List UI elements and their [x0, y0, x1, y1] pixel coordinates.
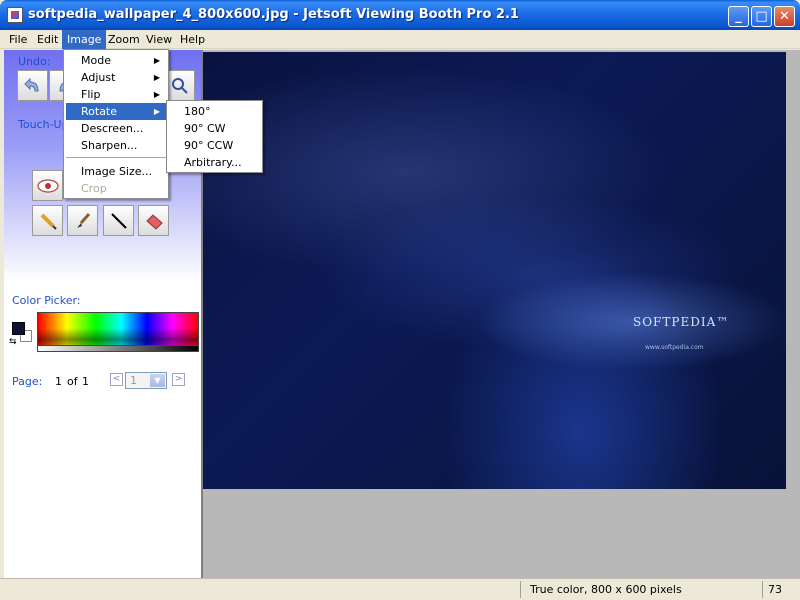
next-page-button[interactable]: > [172, 373, 185, 386]
brush-tool-button[interactable] [67, 205, 98, 236]
menu-item-rotate[interactable]: Rotate ▶ [66, 103, 166, 120]
touchup-label: Touch-Up [18, 118, 69, 131]
menu-item-label: Rotate [81, 105, 118, 118]
pencil-tool-button[interactable] [32, 205, 63, 236]
brush-icon [76, 212, 90, 228]
menu-item-sharpen[interactable]: Sharpen... [66, 137, 166, 154]
line-icon [110, 212, 127, 229]
menu-image[interactable]: Image [62, 30, 107, 49]
page-total: 1 [82, 375, 89, 388]
undo-icon [23, 77, 39, 91]
window-title: softpedia_wallpaper_4_800x600.jpg - Jets… [28, 7, 519, 22]
vertical-scroll-area[interactable] [786, 52, 800, 578]
chevron-down-icon[interactable]: ▼ [150, 374, 165, 387]
submenu-arrow-icon: ▶ [153, 56, 160, 65]
close-button[interactable]: ✕ [774, 6, 795, 27]
color-picker-label: Color Picker: [12, 294, 81, 307]
eraser-icon [145, 213, 163, 230]
menu-item-flip[interactable]: Flip ▶ [66, 86, 166, 103]
menu-view[interactable]: View [141, 30, 177, 49]
menu-item-label: Mode [81, 54, 111, 67]
page-current: 1 [55, 375, 62, 388]
status-separator [762, 581, 763, 598]
menu-separator [66, 157, 166, 158]
magnifier-icon [171, 77, 188, 94]
status-zoom: 73 [768, 583, 782, 596]
status-separator [520, 581, 521, 598]
menu-item-mode[interactable]: Mode ▶ [66, 52, 166, 69]
pencil-icon [40, 213, 57, 230]
wallpaper-logo: SOFTPEDIA™ [633, 315, 730, 329]
rotate-90-cw[interactable]: 90° CW [169, 120, 260, 137]
title-bar: softpedia_wallpaper_4_800x600.jpg - Jets… [0, 0, 800, 30]
menu-item-label: Descreen... [81, 122, 144, 135]
menu-bar: File Edit Image Zoom View Help [0, 30, 800, 49]
line-tool-button[interactable] [103, 205, 134, 236]
minimize-button[interactable]: _ [728, 6, 749, 27]
rotate-90-ccw[interactable]: 90° CCW [169, 137, 260, 154]
red-eye-tool-button[interactable] [32, 170, 63, 201]
app-icon[interactable] [7, 7, 23, 23]
menu-help[interactable]: Help [175, 30, 210, 49]
page-select-value: 1 [130, 374, 137, 387]
submenu-arrow-icon: ▶ [153, 73, 160, 82]
menu-item-label: Adjust [81, 71, 116, 84]
status-bar: True color, 800 x 600 pixels 73 [0, 578, 800, 600]
menu-item-descreen[interactable]: Descreen... [66, 120, 166, 137]
menu-item-label: Image Size... [81, 165, 153, 178]
undo-label: Undo: [18, 55, 51, 68]
rotate-submenu: 180° 90° CW 90° CCW Arbitrary... [166, 100, 263, 173]
submenu-arrow-icon: ▶ [153, 107, 160, 116]
page-label: Page: [12, 375, 43, 388]
prev-page-button[interactable]: < [110, 373, 123, 386]
menu-item-crop: Crop [66, 180, 166, 197]
grayscale-ramp[interactable] [37, 345, 199, 352]
status-image-info: True color, 800 x 600 pixels [530, 583, 682, 596]
eraser-tool-button[interactable] [138, 205, 169, 236]
image-canvas[interactable]: SOFTPEDIA™ www.softpedia.com [203, 52, 786, 489]
menu-edit[interactable]: Edit [32, 30, 63, 49]
undo-button[interactable] [17, 70, 48, 101]
eye-icon [36, 178, 59, 193]
menu-item-label: Crop [81, 182, 107, 195]
menu-item-label: Flip [81, 88, 101, 101]
foreground-color-swatch[interactable] [12, 322, 25, 335]
menu-zoom[interactable]: Zoom [103, 30, 145, 49]
menu-file[interactable]: File [4, 30, 32, 49]
page-select[interactable]: 1 ▼ [125, 372, 167, 389]
wallpaper-url: www.softpedia.com [645, 344, 704, 351]
rotate-180[interactable]: 180° [169, 103, 260, 120]
swap-colors-icon[interactable]: ⇆ [9, 337, 17, 347]
menu-item-adjust[interactable]: Adjust ▶ [66, 69, 166, 86]
page-of: of [67, 375, 78, 388]
image-menu: Mode ▶ Adjust ▶ Flip ▶ Rotate ▶ Descreen... … [63, 49, 169, 199]
menu-item-label: Sharpen... [81, 139, 138, 152]
menu-item-image-size[interactable]: Image Size... [66, 163, 166, 180]
maximize-button[interactable]: □ [751, 6, 772, 27]
rotate-arbitrary[interactable]: Arbitrary... [169, 154, 260, 171]
submenu-arrow-icon: ▶ [153, 90, 160, 99]
